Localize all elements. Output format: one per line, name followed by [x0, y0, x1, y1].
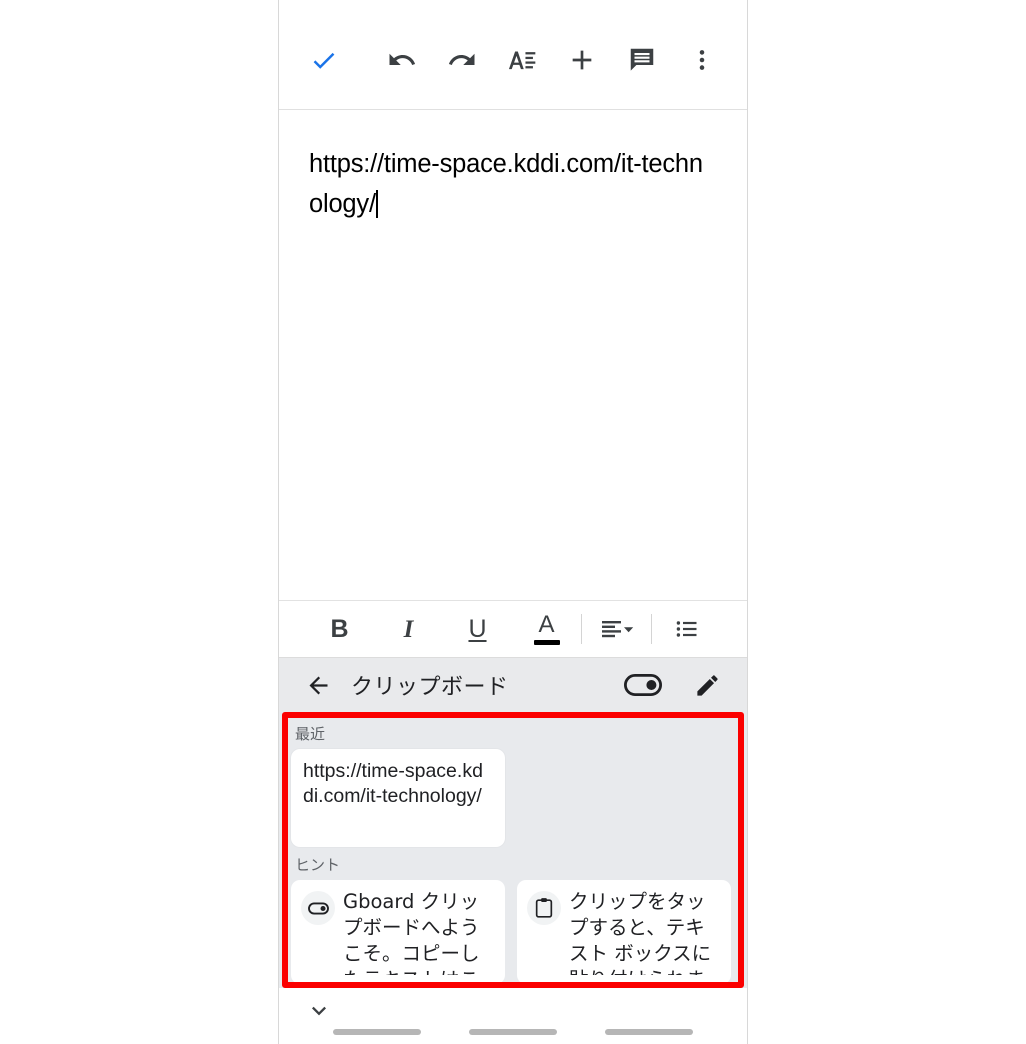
edit-pencil-icon[interactable] [685, 668, 729, 702]
hints-section-label: ヒント [295, 856, 341, 874]
undo-icon[interactable] [379, 37, 425, 83]
hint-card-paste-text: クリップをタップすると、テキスト ボックスに貼り付けられま [569, 890, 712, 975]
align-left-icon [601, 621, 633, 638]
italic-label: I [403, 615, 414, 643]
comment-icon[interactable] [619, 37, 665, 83]
bulleted-list-button[interactable] [652, 601, 721, 657]
screenshot-root: https://time-space.kddi.com/it-technolog… [0, 0, 1026, 1044]
recent-section-label: 最近 [295, 725, 326, 743]
text-color-label: A [538, 611, 555, 638]
clipboard-header: クリップボード [279, 658, 747, 712]
recent-clips-row: https://time-space.kddi.com/it-technolog… [291, 749, 735, 847]
docs-top-toolbar [279, 0, 747, 110]
clipboard-icon [527, 891, 561, 925]
nav-pill-recents[interactable] [605, 1029, 693, 1035]
text-color-button[interactable]: A [512, 601, 581, 657]
redo-icon[interactable] [439, 37, 485, 83]
toggle-icon [301, 891, 335, 925]
clipboard-clip-text: https://time-space.kddi.com/it-technolog… [303, 760, 483, 807]
clipboard-clip-item[interactable]: https://time-space.kddi.com/it-technolog… [291, 749, 505, 847]
nav-pill-back[interactable] [333, 1029, 421, 1035]
text-caret [375, 190, 378, 218]
text-format-icon[interactable] [499, 37, 545, 83]
clipboard-panel: 最近 https://time-space.kddi.com/it-techno… [279, 712, 747, 988]
done-check-icon[interactable] [301, 37, 347, 83]
bold-button[interactable]: B [305, 601, 374, 657]
italic-button[interactable]: I [374, 601, 443, 657]
nav-pill-home[interactable] [469, 1029, 557, 1035]
clipboard-toggle-switch[interactable] [623, 672, 663, 698]
system-nav-pills [279, 1029, 747, 1035]
phone-viewport: https://time-space.kddi.com/it-technolog… [278, 0, 748, 1044]
text-color-icon: A [533, 611, 560, 645]
clipboard-panel-wrapper: 最近 https://time-space.kddi.com/it-techno… [279, 712, 747, 988]
more-vertical-icon[interactable] [679, 37, 725, 83]
clipboard-title: クリップボード [351, 675, 509, 700]
underline-button[interactable]: U [443, 601, 512, 657]
document-text: https://time-space.kddi.com/it-technolog… [309, 150, 703, 218]
align-button[interactable] [582, 601, 651, 657]
text-color-swatch [533, 640, 560, 645]
back-arrow-icon[interactable] [301, 668, 335, 702]
plus-icon[interactable] [559, 37, 605, 83]
document-canvas[interactable]: https://time-space.kddi.com/it-technolog… [279, 110, 747, 600]
hint-cards-row: Gboard クリップボードへようこそ。コピーしたテキストはこ クリップをタップ… [291, 880, 735, 984]
bottom-bar [279, 988, 747, 1044]
hint-card-welcome[interactable]: Gboard クリップボードへようこそ。コピーしたテキストはこ [291, 880, 505, 984]
underline-label: U [468, 614, 487, 643]
bulleted-list-icon [676, 621, 696, 637]
text-format-toolbar: B I U A [279, 600, 747, 658]
chevron-down-icon[interactable] [299, 994, 339, 1026]
hint-card-welcome-text: Gboard クリップボードへようこそ。コピーしたテキストはこ [343, 890, 480, 975]
hint-card-paste[interactable]: クリップをタップすると、テキスト ボックスに貼り付けられま [517, 880, 731, 984]
document-text-line[interactable]: https://time-space.kddi.com/it-technolog… [309, 144, 711, 224]
bold-label: B [330, 614, 349, 643]
